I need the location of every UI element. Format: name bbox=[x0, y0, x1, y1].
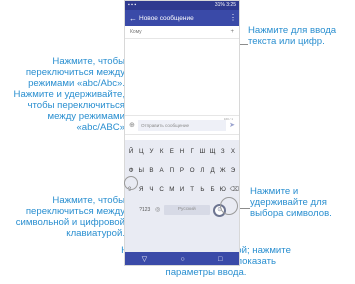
key[interactable]: Ц bbox=[137, 144, 146, 160]
status-right: 31% 3:25 bbox=[214, 2, 236, 8]
back-arrow-icon[interactable]: ← bbox=[129, 14, 139, 23]
highlight-enter bbox=[220, 197, 238, 215]
key[interactable]: В bbox=[147, 163, 156, 179]
key[interactable]: К bbox=[157, 144, 166, 160]
nav-bar: ▽ ○ □ bbox=[125, 252, 239, 265]
highlight-shift bbox=[124, 176, 138, 190]
keyboard-row-3: ⇧ Я Ч С М И Т Ь Б Ю ⌫ bbox=[126, 180, 239, 199]
space-bar[interactable]: Русский bbox=[163, 205, 210, 215]
key[interactable]: У bbox=[147, 144, 156, 160]
key[interactable]: А bbox=[157, 163, 166, 179]
key[interactable]: Н bbox=[177, 144, 186, 160]
message-thread bbox=[125, 39, 239, 115]
key[interactable]: Х bbox=[228, 144, 237, 160]
key[interactable]: Ш bbox=[198, 144, 207, 160]
nav-recents-icon[interactable]: □ bbox=[218, 256, 222, 263]
globe-icon[interactable]: ◎ bbox=[153, 202, 163, 218]
callout-text-input: Нажмите для ввода текста или цифр. bbox=[248, 25, 337, 47]
add-contact-icon[interactable]: + bbox=[230, 29, 234, 35]
key[interactable]: Ы bbox=[137, 163, 146, 179]
char-counter: 160 / 1 bbox=[223, 117, 233, 121]
attach-icon[interactable]: ⊕ bbox=[129, 121, 138, 129]
phone-screen: ▪ ▪ ▪ 31% 3:25 ← Новое сообщение ⋮ + ⊕ О… bbox=[124, 0, 240, 266]
key[interactable]: Я bbox=[137, 182, 146, 198]
callout-symbol-keyboard: Нажмите, чтобы переключиться между симво… bbox=[15, 195, 125, 239]
callout-symbols: Нажмите и удерживайте для выбора символо… bbox=[250, 186, 332, 219]
keyboard-row-2: Ф Ы В А П Р О Л Д Ж Э bbox=[126, 161, 238, 180]
send-icon[interactable]: ➤ bbox=[226, 121, 235, 129]
recipient-input[interactable] bbox=[130, 29, 231, 35]
app-bar: ← Новое сообщение ⋮ bbox=[125, 10, 239, 26]
key[interactable]: С bbox=[157, 182, 166, 198]
key[interactable]: З bbox=[218, 144, 227, 160]
key[interactable]: И bbox=[177, 182, 186, 198]
key[interactable]: Й bbox=[126, 144, 135, 160]
key[interactable]: Щ bbox=[208, 144, 217, 160]
key[interactable]: П bbox=[167, 163, 176, 179]
symbols-key[interactable]: ?123 bbox=[138, 202, 152, 218]
backspace-icon[interactable]: ⌫ bbox=[228, 182, 239, 198]
key[interactable]: Б bbox=[208, 182, 217, 198]
status-bar: ▪ ▪ ▪ 31% 3:25 bbox=[125, 1, 239, 10]
key[interactable]: О bbox=[188, 163, 197, 179]
page-title: Новое сообщение bbox=[139, 14, 194, 22]
key[interactable]: Ч bbox=[147, 182, 156, 198]
status-icons-left: ▪ ▪ ▪ bbox=[128, 2, 137, 8]
keyboard: Й Ц У К Е Н Г Ш Щ З Х Ф Ы В А П Р О Л Д … bbox=[125, 140, 239, 252]
key[interactable]: Д bbox=[208, 163, 217, 179]
key[interactable]: Л bbox=[198, 163, 207, 179]
callout-abc-mode: Нажмите, чтобы переключиться между режим… bbox=[13, 56, 125, 133]
key[interactable]: Ж bbox=[218, 163, 227, 179]
message-input[interactable]: Отправить сообщение bbox=[138, 119, 226, 131]
nav-home-icon[interactable]: ○ bbox=[180, 256, 184, 263]
more-menu-icon[interactable]: ⋮ bbox=[229, 14, 237, 22]
key[interactable]: Ю bbox=[218, 182, 227, 198]
key[interactable]: Р bbox=[177, 163, 186, 179]
nav-back-icon[interactable]: ▽ bbox=[142, 255, 147, 263]
keyboard-row-1: Й Ц У К Е Н Г Ш Щ З Х bbox=[126, 142, 238, 161]
compose-bar: ⊕ Отправить сообщение 160 / 1 ➤ bbox=[125, 115, 239, 135]
key[interactable]: М bbox=[167, 182, 176, 198]
key[interactable]: Э bbox=[228, 163, 237, 179]
key[interactable]: Е bbox=[167, 144, 176, 160]
key[interactable]: Г bbox=[188, 144, 197, 160]
key[interactable]: Ь bbox=[198, 182, 207, 198]
recipient-row: + bbox=[125, 26, 239, 39]
key[interactable]: Т bbox=[188, 182, 197, 198]
